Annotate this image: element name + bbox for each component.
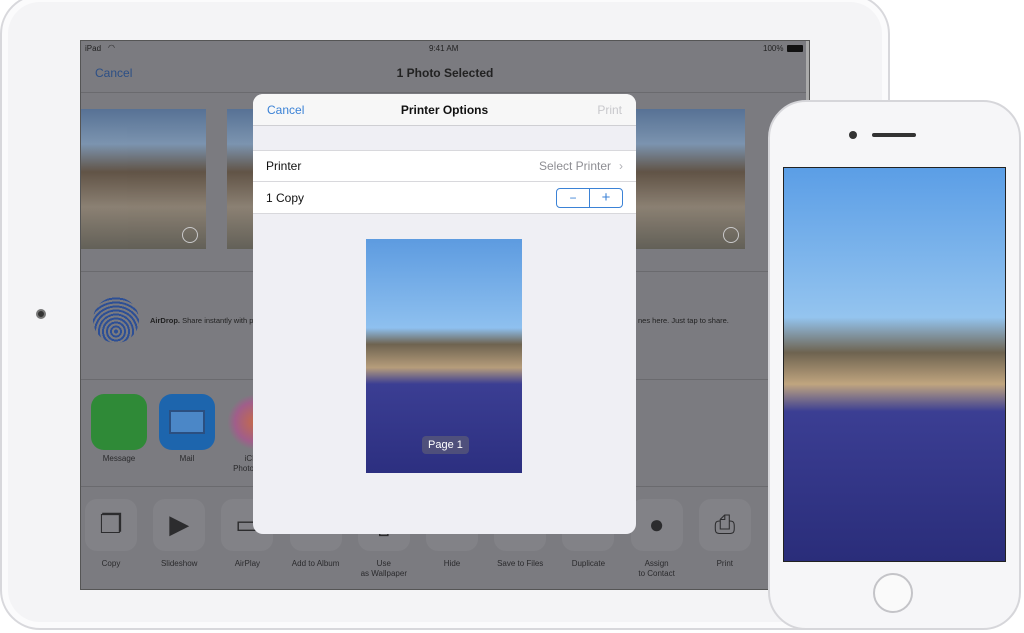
scrollbar[interactable] [806, 41, 809, 101]
select-circle-icon[interactable] [182, 227, 198, 243]
printer-icon: ⎙ [714, 509, 736, 539]
printer-label: Printer [266, 159, 302, 173]
play-icon: ▶ [169, 509, 190, 539]
printer-row[interactable]: Printer Select Printer › [253, 150, 636, 182]
action-label: Save to Files [485, 559, 555, 569]
action-label-line1: Duplicate [571, 559, 606, 568]
chevron-right-icon: › [619, 159, 623, 173]
printer-options-dialog: Cancel Printer Options Print Printer Sel… [253, 94, 636, 534]
battery-icon [787, 45, 803, 52]
copies-stepper[interactable]: − + [556, 187, 623, 208]
action-label-line2: as Wallpaper [360, 569, 407, 578]
action-label-line1: Slideshow [160, 559, 198, 568]
action-label-line2: to Contact [638, 569, 675, 578]
action-label-line1: Add to Album [291, 559, 340, 568]
airdrop-text: Share instantly with p [182, 316, 254, 325]
wifi-icon: ◠ [108, 43, 115, 52]
printer-action-button[interactable]: ⎙ [698, 499, 751, 551]
page-preview[interactable]: Page 1 [366, 239, 522, 473]
photo-thumbnail[interactable] [81, 109, 206, 249]
action-label-line1: Save to Files [497, 559, 544, 568]
print-button[interactable]: Print [597, 103, 622, 117]
dialog-title: Printer Options [400, 103, 489, 117]
copies-row: 1 Copy − + [253, 182, 636, 214]
battery-percent: 100% [763, 44, 784, 53]
page-title: 1 Photo Selected [396, 66, 494, 80]
select-circle-icon[interactable] [723, 227, 739, 243]
dialog-header: Cancel Printer Options Print [253, 94, 636, 126]
app-label: iCl Photo [220, 454, 254, 474]
iphone-screen-photo [783, 167, 1006, 562]
action-label: AirPlay [212, 559, 282, 569]
copies-label: 1 Copy [266, 190, 305, 205]
airdrop-text-left: AirDrop. Share instantly with p [150, 316, 253, 325]
contact-icon: ● [648, 509, 665, 539]
ipad-camera [36, 309, 46, 319]
action-label-line1: Use [376, 559, 391, 568]
action-label: Print [690, 559, 760, 569]
nav-bar: Cancel 1 Photo Selected [81, 57, 809, 93]
action-label-line1: AirPlay [234, 559, 261, 568]
action-label-line1: Hide [443, 559, 461, 568]
action-label: Use as Wallpaper [349, 559, 419, 579]
action-label-line1: Print [716, 559, 734, 568]
action-label: Copy [81, 559, 146, 569]
mail-icon[interactable] [159, 394, 215, 450]
action-label: Assign to Contact [622, 559, 692, 579]
printer-value: Select Printer [538, 159, 611, 173]
message-icon[interactable] [91, 394, 147, 450]
status-bar: iPad ◠ 9:41 AM 100% [81, 41, 809, 57]
home-button[interactable] [873, 573, 913, 613]
app-label: Mail [179, 454, 195, 463]
action-label: Slideshow [144, 559, 214, 569]
action-label: Hide [417, 559, 487, 569]
device-label: iPad [85, 44, 102, 53]
action-label: Add to Album [281, 559, 351, 569]
app-label: Message [102, 454, 136, 463]
page-badge: Page 1 [422, 436, 469, 454]
airdrop-icon[interactable] [93, 297, 139, 343]
app-label-line2: Photo [233, 464, 254, 473]
contact-action-button[interactable]: ● [630, 499, 683, 551]
action-label-line1: Assign [644, 559, 669, 568]
airdrop-bold: AirDrop. [150, 316, 180, 325]
photo-thumbnail[interactable] [634, 109, 745, 249]
decrement-button[interactable]: − [557, 188, 590, 207]
clock: 9:41 AM [429, 44, 459, 53]
play-action-button[interactable]: ▶ [153, 499, 206, 551]
copy-action-button[interactable]: ❐ [85, 499, 137, 551]
airdrop-text-right: nes here. Just tap to share. [638, 316, 729, 325]
copy-icon: ❐ [99, 509, 123, 539]
increment-button[interactable]: + [590, 189, 622, 207]
action-label: Duplicate [553, 559, 623, 569]
iphone-camera [849, 131, 857, 139]
iphone-speaker [872, 133, 916, 137]
action-label-line1: Copy [101, 559, 121, 568]
